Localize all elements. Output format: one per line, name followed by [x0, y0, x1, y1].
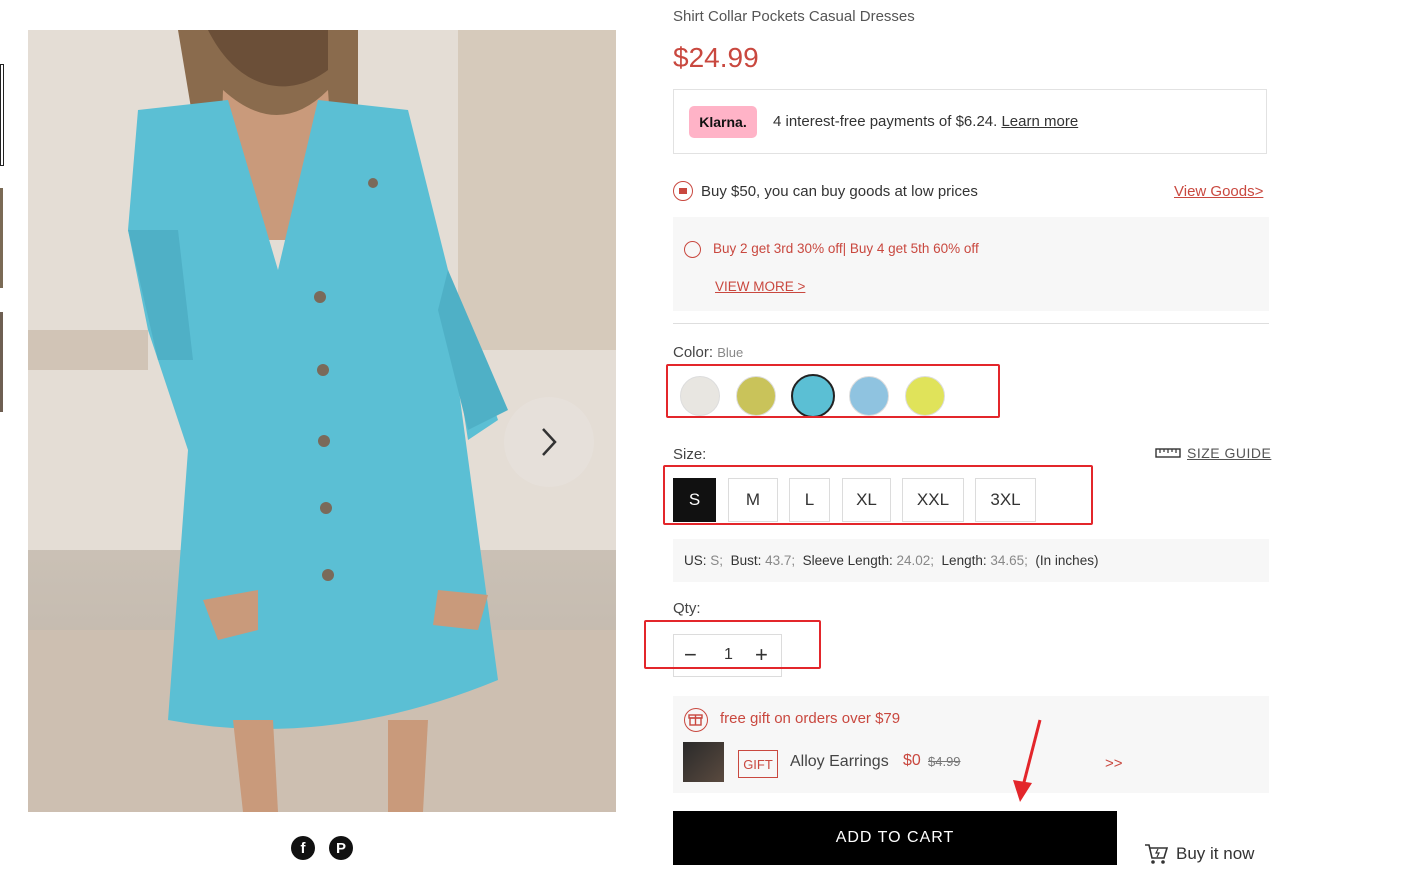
facebook-icon[interactable]: f	[291, 836, 315, 860]
size-guide-text: SIZE GUIDE	[1187, 445, 1272, 461]
gift-headline: free gift on orders over $79	[720, 710, 901, 727]
thumbnail-2[interactable]	[0, 188, 3, 288]
measure-sleeve-label: Sleeve Length:	[802, 553, 893, 568]
measure-length-label: Length:	[941, 553, 987, 568]
gift-item-price: $0	[903, 752, 921, 769]
annotation-arrow	[1013, 719, 1042, 802]
buy-now-button[interactable]: Buy it now	[1144, 843, 1254, 865]
color-annotation-box	[666, 364, 1000, 418]
promo-badge-icon	[673, 181, 693, 201]
klarna-text: 4 interest-free payments of $6.24. Learn…	[773, 113, 1078, 130]
measurement-text: US: S; Bust: 43.7; Sleeve Length: 24.02;…	[684, 553, 1098, 568]
add-to-cart-button[interactable]: ADD TO CART	[673, 811, 1117, 865]
product-title: Shirt Collar Pockets Casual Dresses	[673, 8, 915, 25]
gift-icon	[684, 708, 708, 732]
color-selected-value: Blue	[717, 345, 744, 360]
offer-box	[673, 217, 1269, 311]
gift-tag-badge: GIFT	[738, 750, 778, 778]
measure-bust-value: 43.7;	[765, 553, 796, 568]
view-more-link[interactable]: VIEW MORE >	[715, 279, 805, 294]
measure-bust-label: Bust:	[730, 553, 762, 568]
tag-icon	[679, 188, 687, 194]
gift-item-image	[683, 742, 724, 782]
gift-more-link[interactable]: >>	[1105, 755, 1123, 772]
klarna-payments-text: 4 interest-free payments of $6.24.	[773, 113, 998, 130]
product-image	[28, 30, 616, 812]
chevron-right-icon	[542, 428, 557, 456]
measure-unit: (In inches)	[1035, 553, 1099, 568]
color-label-text: Color:	[673, 344, 714, 361]
promo-text: Buy $50, you can buy goods at low prices	[701, 183, 978, 200]
klarna-logo: Klarna.	[689, 106, 757, 138]
thumbnail-1[interactable]	[0, 64, 4, 166]
measure-sleeve-value: 24.02;	[896, 553, 935, 568]
gift-box-icon	[688, 714, 703, 726]
offer-text: Buy 2 get 3rd 30% off| Buy 4 get 5th 60%…	[713, 241, 979, 256]
ruler-icon	[1155, 448, 1181, 458]
measure-us-value: S;	[710, 553, 724, 568]
product-price: $24.99	[673, 42, 759, 73]
thumbnail-3[interactable]	[0, 312, 3, 412]
divider	[673, 323, 1269, 324]
buy-now-label: Buy it now	[1176, 844, 1255, 863]
size-guide-link[interactable]: SIZE GUIDE	[1155, 445, 1271, 461]
measure-length-value: 34.65;	[990, 553, 1028, 568]
klarna-learn-more-link[interactable]: Learn more	[1001, 113, 1078, 130]
cart-icon	[1145, 844, 1168, 864]
size-annotation-box	[663, 465, 1093, 525]
color-label: Color: Blue	[673, 344, 743, 361]
qty-annotation-box	[644, 620, 821, 669]
pinterest-icon[interactable]: P	[329, 836, 353, 860]
gift-item-name: Alloy Earrings	[790, 753, 889, 770]
measure-us-label: US:	[684, 553, 707, 568]
gift-item-old-price: $4.99	[928, 754, 961, 769]
qty-label: Qty:	[673, 600, 701, 617]
size-label: Size:	[673, 446, 707, 463]
view-goods-link[interactable]: View Goods>	[1174, 183, 1263, 200]
discount-tag-icon	[684, 241, 701, 258]
next-image-button[interactable]	[504, 397, 594, 487]
